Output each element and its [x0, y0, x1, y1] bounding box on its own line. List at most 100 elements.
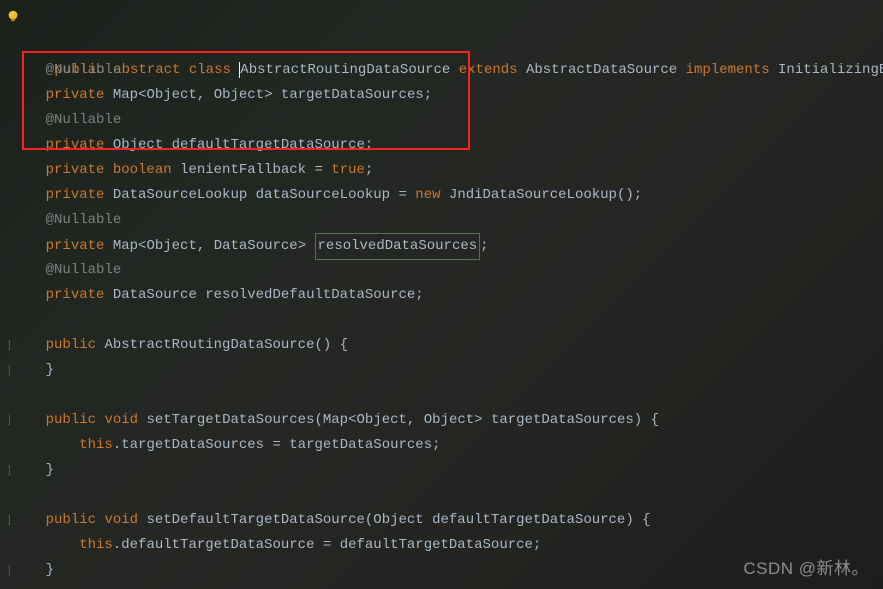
field-ref: defaultTargetDataSource [121, 537, 314, 553]
highlighted-field: resolvedDataSources [315, 233, 481, 260]
keyword-this: this [79, 437, 113, 453]
field-name: resolvedDefaultDataSource [205, 287, 415, 303]
semicolon: ; [424, 87, 432, 103]
semicolon: ; [365, 137, 373, 153]
type-param: Object [146, 87, 196, 103]
equals: = [314, 162, 322, 178]
comma: , [407, 412, 424, 428]
code-line[interactable]: private Object defaultTargetDataSource; [4, 133, 883, 158]
keyword-private: private [46, 87, 105, 103]
type: DataSourceLookup [113, 187, 247, 203]
constructor-name: AbstractRoutingDataSource() [104, 337, 331, 353]
field-ref: targetDataSources [121, 437, 264, 453]
interface: InitializingBean [778, 62, 883, 78]
code-line[interactable]: private DataSourceLookup dataSourceLooku… [4, 183, 883, 208]
bulb-icon[interactable] [6, 8, 20, 22]
brace: { [651, 412, 659, 428]
code-line-blank[interactable] [4, 483, 883, 508]
semicolon: ; [432, 437, 440, 453]
keyword-true: true [331, 162, 365, 178]
fold-marker[interactable]: ] [4, 334, 12, 359]
code-line[interactable]: private DataSource resolvedDefaultDataSo… [4, 283, 883, 308]
code-line-blank[interactable] [4, 308, 883, 333]
keyword-private: private [46, 238, 105, 254]
keyword-class: class [189, 62, 231, 78]
keyword-boolean: boolean [113, 162, 172, 178]
code-editor[interactable]: public abstract class AbstractRoutingDat… [0, 0, 883, 583]
code-line[interactable]: @Nullable [4, 108, 883, 133]
keyword-private: private [46, 287, 105, 303]
code-line[interactable]: ] public AbstractRoutingDataSource() { [4, 333, 883, 358]
type-param: Object [146, 238, 196, 254]
code-line[interactable]: ] public void setDefaultTargetDataSource… [4, 508, 883, 533]
type-param: DataSource [214, 238, 298, 254]
type-param: Object [357, 412, 407, 428]
keyword-private: private [46, 162, 105, 178]
equals: = [314, 537, 339, 553]
code-line[interactable]: this.defaultTargetDataSource = defaultTa… [4, 533, 883, 558]
brace: { [340, 337, 348, 353]
fold-marker[interactable]: ] [4, 509, 12, 534]
keyword-new: new [415, 187, 440, 203]
code-line[interactable]: this.targetDataSources = targetDataSourc… [4, 433, 883, 458]
annotation: @Nullable [46, 62, 122, 78]
angle-bracket: < [348, 412, 356, 428]
method-name: setDefaultTargetDataSource(Object defaul… [146, 512, 633, 528]
keyword-extends: extends [459, 62, 518, 78]
code-line[interactable]: ] } [4, 358, 883, 383]
type: Object [113, 137, 163, 153]
brace: } [46, 562, 54, 578]
keyword-implements: implements [686, 62, 770, 78]
dot: . [113, 437, 121, 453]
keyword-private: private [46, 137, 105, 153]
value: defaultTargetDataSource [340, 537, 533, 553]
keyword-public: public [46, 337, 96, 353]
type-param: Object [214, 87, 264, 103]
annotation: @Nullable [46, 262, 122, 278]
field-name: lenientFallback [180, 162, 306, 178]
fold-marker[interactable]: ] [4, 409, 12, 434]
brace: } [46, 462, 54, 478]
code-line[interactable]: ] public void setTargetDataSources(Map<O… [4, 408, 883, 433]
fold-marker[interactable]: ] [4, 459, 12, 484]
superclass: AbstractDataSource [526, 62, 677, 78]
brace: { [642, 512, 650, 528]
method-name: setTargetDataSources(Map [146, 412, 348, 428]
field-name: targetDataSources [281, 87, 424, 103]
code-line[interactable]: private boolean lenientFallback = true; [4, 158, 883, 183]
class-name: AbstractRoutingDataSource [240, 62, 450, 78]
code-line[interactable]: @Nullable [4, 208, 883, 233]
equals: = [398, 187, 406, 203]
semicolon: ; [415, 287, 423, 303]
code-line[interactable]: @Nullable [4, 258, 883, 283]
equals: = [264, 437, 289, 453]
params: targetDataSources) [483, 412, 643, 428]
constructor-call: JndiDataSourceLookup() [449, 187, 634, 203]
keyword-public: public [46, 512, 96, 528]
annotation: @Nullable [46, 112, 122, 128]
semicolon: ; [533, 537, 541, 553]
code-line[interactable]: public abstract class AbstractRoutingDat… [4, 33, 883, 58]
keyword-this: this [79, 537, 113, 553]
comma: , [197, 238, 214, 254]
code-line-blank[interactable] [4, 383, 883, 408]
fold-marker[interactable]: ] [4, 359, 12, 384]
type-param: Object [424, 412, 474, 428]
semicolon: ; [365, 162, 373, 178]
type: Map [113, 87, 138, 103]
value: targetDataSources [289, 437, 432, 453]
keyword-void: void [104, 512, 138, 528]
code-line[interactable]: private Map<Object, DataSource> resolved… [4, 233, 883, 258]
fold-marker[interactable]: ] [4, 559, 12, 584]
code-line[interactable]: ] } [4, 458, 883, 483]
comma: , [197, 87, 214, 103]
keyword-abstract: abstract [113, 62, 180, 78]
keyword-private: private [46, 187, 105, 203]
annotation: @Nullable [46, 212, 122, 228]
brace: } [46, 362, 54, 378]
field-name: defaultTargetDataSource [172, 137, 365, 153]
keyword-void: void [104, 412, 138, 428]
angle-bracket: > [298, 238, 306, 254]
semicolon: ; [634, 187, 642, 203]
type: Map [113, 238, 138, 254]
